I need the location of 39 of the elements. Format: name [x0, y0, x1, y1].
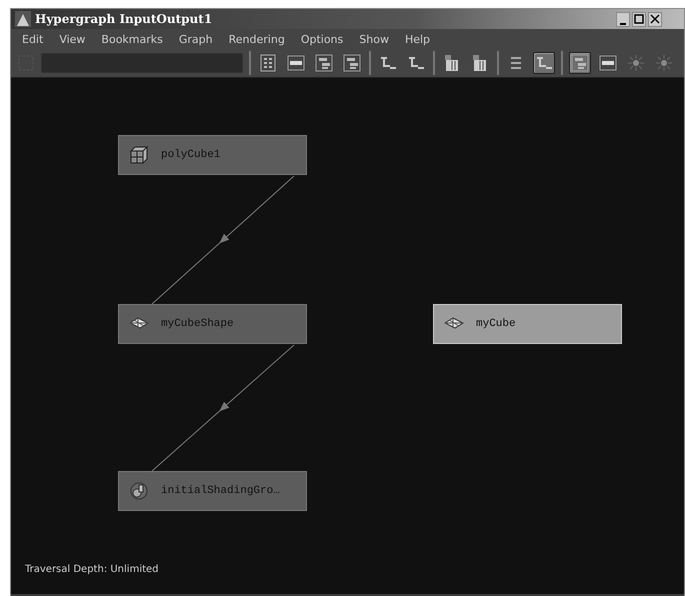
- grid-icon: [259, 54, 277, 72]
- node-label: polyCube1: [161, 149, 220, 161]
- menu-item[interactable]: Help: [396, 32, 438, 46]
- burst-icon: [627, 54, 645, 72]
- app-icon: [15, 11, 31, 27]
- toolbar-button[interactable]: [533, 52, 555, 74]
- branch-icon: [379, 54, 397, 72]
- branch-icon: [407, 54, 425, 72]
- status-text: Traversal Depth: Unlimited: [25, 564, 159, 575]
- toolbar-button[interactable]: [341, 52, 363, 74]
- menu-item[interactable]: Bookmarks: [93, 32, 171, 46]
- box-icon: [471, 54, 489, 72]
- minimize-button[interactable]: [616, 12, 630, 26]
- toolbar-button[interactable]: [313, 52, 335, 74]
- menu-item[interactable]: View: [51, 32, 94, 46]
- outline-icon: [571, 54, 589, 72]
- node-label: myCubeShape: [161, 318, 234, 330]
- maximize-button[interactable]: [632, 12, 646, 26]
- close-button[interactable]: [648, 12, 662, 26]
- menu-item[interactable]: Rendering: [220, 32, 293, 46]
- box-icon: [443, 54, 461, 72]
- toolbar-button[interactable]: [569, 52, 591, 74]
- outline-icon: [343, 54, 361, 72]
- cube-icon: [129, 145, 149, 165]
- bar-icon: [287, 54, 305, 72]
- menu-item[interactable]: Graph: [170, 32, 221, 46]
- outline-icon: [315, 54, 333, 72]
- bar-icon: [599, 54, 617, 72]
- input-field[interactable]: [41, 53, 243, 73]
- menu-item[interactable]: Options: [292, 32, 352, 46]
- window-title: Hypergraph InputOutput1: [35, 12, 212, 26]
- sphere-icon: [129, 481, 149, 501]
- menu-item[interactable]: Show: [351, 32, 397, 46]
- burst-icon: [655, 54, 673, 72]
- graph-node[interactable]: myCube: [433, 304, 622, 344]
- menu-item[interactable]: Edit: [14, 32, 52, 46]
- branch-icon: [535, 54, 553, 72]
- node-label: initialShadingGro…: [161, 485, 280, 497]
- node-label: myCube: [476, 318, 516, 330]
